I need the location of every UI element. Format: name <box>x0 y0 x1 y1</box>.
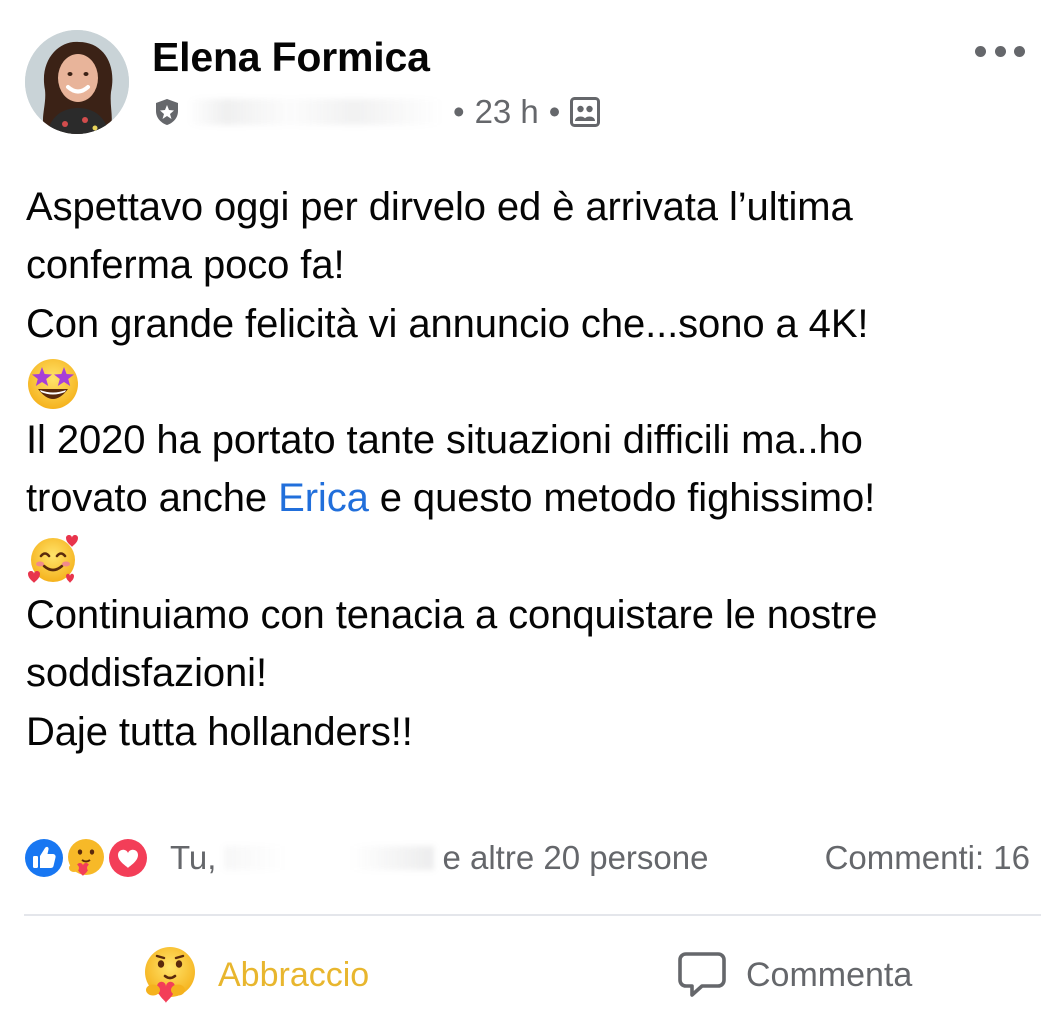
emoji-line <box>26 353 1046 411</box>
post-body: Aspettavo oggi per dirvelo ed è arrivata… <box>26 178 1046 761</box>
post-text-fragment: e questo metodo fighissimo! <box>368 476 876 521</box>
post-line: conferma poco fa! <box>26 243 345 288</box>
reactors-suffix: e altre 20 persone <box>442 839 709 876</box>
care-reaction-button[interactable]: Abbraccio <box>138 935 369 1015</box>
emoji-line <box>26 528 1046 586</box>
post-line-with-mention: trovato anche Erica e questo metodo figh… <box>26 469 1046 527</box>
divider <box>24 914 1041 916</box>
love-reaction-icon <box>107 837 149 879</box>
more-options-icon[interactable] <box>975 36 1025 66</box>
comment-button[interactable]: Commenta <box>676 935 912 1015</box>
post-line: Il 2020 ha portato tante situazioni diff… <box>26 418 863 463</box>
star-struck-emoji <box>28 358 78 409</box>
author-avatar[interactable] <box>25 30 129 134</box>
author-name[interactable]: Elena Formica <box>152 34 430 81</box>
dot <box>975 45 986 57</box>
reactor-names-redacted <box>224 846 435 870</box>
post-time[interactable]: 23 h <box>475 93 539 131</box>
like-reaction-icon <box>23 837 65 879</box>
post-line: Aspettavo oggi per dirvelo ed è arrivata… <box>26 185 853 229</box>
facebook-post: Elena Formica • 23 h • Aspettavo oggi pe… <box>0 0 1063 1023</box>
care-reaction-icon <box>145 947 195 1003</box>
post-line: soddisfazioni! <box>26 651 267 696</box>
reaction-icons[interactable] <box>22 834 154 882</box>
comment-bubble-icon <box>678 952 726 997</box>
care-action-label: Abbraccio <box>218 955 370 994</box>
group-audience-icon <box>570 97 601 127</box>
comment-action-label: Commenta <box>746 955 913 994</box>
dot <box>994 45 1006 57</box>
post-meta: • 23 h • <box>152 90 601 134</box>
reactors-prefix: Tu, <box>170 839 217 876</box>
meta-separator: • <box>548 93 561 130</box>
smiling-face-with-hearts-emoji <box>28 534 78 583</box>
reactions-summary: Tu, e altre 20 persone Commenti: 16 <box>22 834 1052 882</box>
group-shield-icon <box>152 97 182 127</box>
post-line: Con grande felicità vi annuncio che...so… <box>26 301 869 346</box>
post-line: Daje tutta hollanders!! <box>26 709 413 754</box>
post-line: Continuiamo con tenacia a conquistare le… <box>26 593 878 638</box>
care-reaction-icon <box>65 837 107 879</box>
group-name-redacted[interactable] <box>188 99 443 125</box>
post-actions: Abbraccio Commenta <box>0 935 1063 1015</box>
reactors-summary[interactable]: Tu, e altre 20 persone <box>170 839 708 877</box>
comments-count[interactable]: Commenti: 16 <box>825 839 1030 877</box>
mention-link[interactable]: Erica <box>278 476 369 520</box>
post-text-fragment: trovato anche <box>26 476 279 521</box>
dot <box>1014 45 1025 57</box>
meta-separator: • <box>453 93 465 130</box>
